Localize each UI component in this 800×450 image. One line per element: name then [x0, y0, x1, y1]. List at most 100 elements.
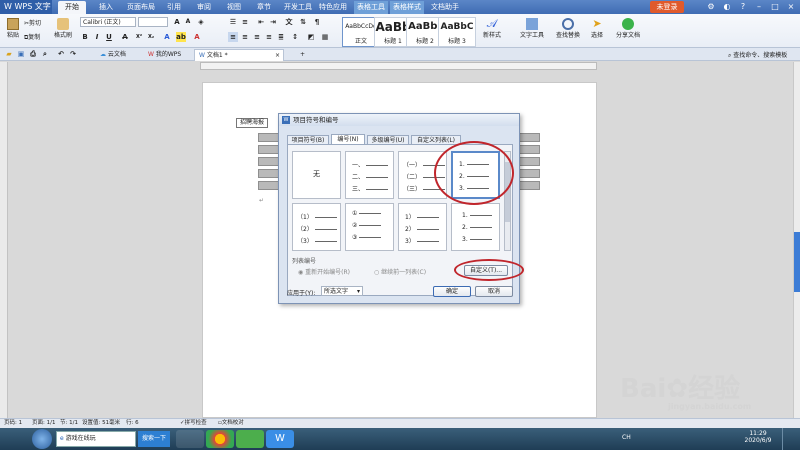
font-shrink-icon[interactable]: A [183, 17, 193, 27]
style-heading-3[interactable]: AaBbC 标题 3 [438, 17, 476, 47]
show-desktop-button[interactable] [782, 428, 800, 450]
numbering-option-none[interactable]: 无 [292, 151, 341, 199]
browser-search-box[interactable]: e 游戏在线玩 [56, 431, 136, 447]
outdent-icon[interactable]: ⇤ [256, 17, 266, 27]
vertical-scrollbar[interactable] [793, 62, 800, 418]
line-spacing-icon[interactable]: ↕ [290, 32, 300, 42]
superscript-icon[interactable]: X² [134, 32, 144, 42]
skin-icon[interactable]: ◐ [720, 1, 734, 13]
table-row[interactable] [258, 145, 280, 154]
menu-tab-doc-assistant[interactable]: 文档助手 [428, 1, 462, 14]
text-effect-icon[interactable]: A [192, 32, 202, 42]
preview-icon[interactable]: ⌕ [40, 49, 50, 59]
menu-tab-start[interactable]: 开始 [58, 1, 86, 14]
select-button[interactable]: ➤ 选择 [586, 16, 608, 46]
distribute-icon[interactable]: ≣ [276, 32, 286, 42]
numbering-option-decimal-indented[interactable]: 1. 2. 3. [451, 203, 500, 251]
cell-recruit-poster[interactable]: 招聘海报 [236, 118, 268, 128]
app-e-icon[interactable] [236, 430, 264, 448]
strikethrough-icon[interactable]: A [120, 32, 130, 42]
tab-my-wps[interactable]: W 我的WPS [144, 49, 190, 61]
bullets-icon[interactable]: ☰ [228, 17, 238, 27]
show-marks-icon[interactable]: ¶ [312, 17, 322, 27]
sketch-app-icon[interactable] [176, 430, 204, 448]
numbering-icon[interactable]: ≡ [240, 17, 250, 27]
menu-tab-section[interactable]: 章节 [250, 1, 278, 14]
menu-tab-features[interactable]: 特色应用 [316, 1, 350, 14]
new-style-button[interactable]: 𝒜 新样式 [480, 16, 504, 46]
font-size-select[interactable] [138, 17, 168, 27]
print-icon[interactable]: ⎙ [28, 49, 38, 59]
minimize-icon[interactable]: – [752, 1, 766, 13]
indent-icon[interactable]: ⇥ [268, 17, 278, 27]
shading-icon[interactable]: ◩ [306, 32, 316, 42]
tab-cloud-docs[interactable]: ☁ 云文档 [96, 49, 138, 61]
table-row[interactable] [258, 181, 280, 190]
close-icon[interactable]: × [784, 1, 798, 13]
save-icon[interactable]: ▣ [16, 49, 26, 59]
ok-button[interactable]: 确定 [433, 286, 471, 297]
table-row[interactable] [258, 133, 280, 142]
menu-tab-table-tools[interactable]: 表格工具 [354, 1, 388, 14]
command-search[interactable]: ⌕ 查找命令、搜索模板 [728, 50, 787, 60]
redo-icon[interactable]: ↷ [68, 49, 78, 59]
highlight-icon[interactable]: ab [176, 32, 186, 42]
menu-tab-view[interactable]: 视图 [220, 1, 248, 14]
maximize-icon[interactable]: □ [768, 1, 782, 13]
wps-taskbar-icon[interactable]: W [266, 430, 294, 448]
find-replace-button[interactable]: 查找替换 [552, 16, 584, 46]
continue-list-radio[interactable]: ○ 继续前一列表(C) [374, 267, 426, 276]
italic-icon[interactable]: I [92, 32, 102, 42]
share-doc-button[interactable]: 分享文档 [614, 16, 642, 46]
cancel-button[interactable]: 取消 [475, 286, 513, 297]
doc-check-toggle[interactable]: ▫文档校对 [218, 419, 244, 428]
bold-icon[interactable]: B [80, 32, 90, 42]
language-indicator[interactable]: CH [622, 434, 631, 441]
subscript-icon[interactable]: X₂ [146, 32, 156, 42]
chinese-layout-icon[interactable]: 文 [284, 17, 294, 27]
copy-button[interactable]: ⧉复制 [24, 32, 40, 42]
borders-icon[interactable]: ▦ [320, 32, 330, 42]
sort-icon[interactable]: ⇅ [298, 17, 308, 27]
font-color-icon[interactable]: A [162, 32, 172, 42]
menu-tab-table-style[interactable]: 表格样式 [390, 1, 424, 14]
horizontal-ruler[interactable] [200, 62, 597, 70]
table-row[interactable] [258, 169, 280, 178]
help-icon[interactable]: ? [736, 1, 750, 13]
align-left-icon[interactable]: ≡ [228, 32, 238, 42]
justify-icon[interactable]: ≡ [264, 32, 274, 42]
folder-icon[interactable]: ▰ [4, 49, 14, 59]
tab-document1[interactable]: W 文档1 * × [194, 49, 284, 61]
start-button[interactable] [32, 429, 52, 449]
chrome-icon[interactable] [206, 430, 234, 448]
paste-button[interactable]: 粘贴 [4, 16, 22, 46]
numbering-option-chinese[interactable]: 一、 二、 三、 [345, 151, 394, 199]
menu-tab-references[interactable]: 引用 [160, 1, 188, 14]
search-button[interactable]: 搜索一下 [138, 431, 170, 447]
menu-tab-review[interactable]: 审阅 [190, 1, 218, 14]
spell-check-toggle[interactable]: ✓拼写检查 [180, 419, 207, 428]
font-name-select[interactable]: Calibri (正文) [80, 17, 136, 27]
table-row[interactable] [258, 157, 280, 166]
new-tab-button[interactable]: + [296, 49, 308, 61]
underline-icon[interactable]: U [104, 32, 114, 42]
gear-icon[interactable]: ⚙ [704, 1, 718, 13]
numbering-option-paren-decimal[interactable]: （1） （2） （3） [292, 203, 341, 251]
menu-tab-page-layout[interactable]: 页面布局 [124, 1, 158, 14]
align-center-icon[interactable]: ≡ [240, 32, 250, 42]
restart-numbering-radio[interactable]: ◉ 重新开始编号(R) [298, 267, 350, 276]
text-tools-button[interactable]: 文字工具 [516, 16, 548, 46]
numbering-option-half-paren[interactable]: 1） 2） 3） [398, 203, 447, 251]
login-button[interactable]: 未登录 [650, 1, 684, 13]
app-menu-button[interactable]: W WPS 文字 ▾ [0, 0, 52, 25]
cut-button[interactable]: ✂剪切 [24, 18, 41, 27]
clear-format-icon[interactable]: ◈ [196, 17, 206, 27]
format-painter-button[interactable]: 格式刷 [52, 16, 74, 46]
menu-tab-insert[interactable]: 插入 [92, 1, 120, 14]
align-right-icon[interactable]: ≡ [252, 32, 262, 42]
undo-icon[interactable]: ↶ [56, 49, 66, 59]
numbering-option-circled[interactable]: ① ② ③ [345, 203, 394, 251]
close-tab-icon[interactable]: × [275, 50, 280, 62]
font-grow-icon[interactable]: A [172, 17, 182, 27]
scroll-thumb[interactable] [794, 232, 800, 292]
